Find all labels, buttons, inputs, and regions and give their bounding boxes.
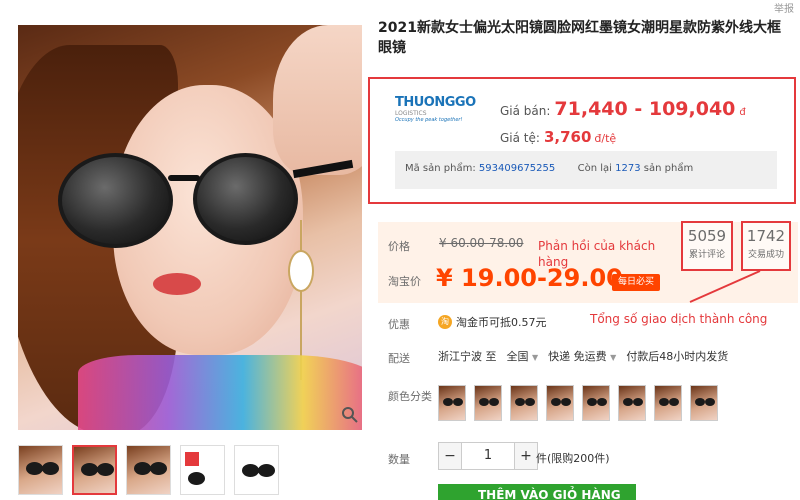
trades-count: 1742 — [746, 227, 786, 245]
quantity-input[interactable]: 1 — [462, 442, 514, 470]
daily-deal-badge[interactable]: 每日必买 — [612, 274, 660, 291]
image-hand — [273, 25, 362, 175]
image-lens-right — [193, 153, 298, 245]
color-swatch-list — [438, 385, 718, 421]
quantity-limit-note: 件(限购200件) — [536, 452, 610, 465]
image-lens-left — [58, 153, 173, 248]
stock-value: 1273 — [615, 163, 641, 174]
annotation-arrow-icon — [689, 270, 761, 303]
color-swatch[interactable] — [510, 385, 538, 421]
zoom-icon[interactable] — [341, 406, 359, 424]
color-swatch[interactable] — [654, 385, 682, 421]
ship-to-dropdown[interactable]: 全国 ▼ — [507, 348, 539, 364]
thumbnail[interactable] — [180, 445, 225, 495]
vnd-price-value: 71,440 - 109,040 — [554, 98, 736, 120]
product-title: 2021新款女士偏光太阳镜圆脸网红墨镜女潮明星款防紫外线大框眼镜 — [378, 20, 781, 56]
quantity-stepper: − 1 + — [438, 442, 538, 470]
image-lips — [153, 273, 201, 295]
rate-unit: đ/tệ — [594, 132, 617, 145]
chevron-down-icon: ▼ — [532, 353, 539, 362]
thuonggo-logo: THUONGGO LOGISTICS Occupy the peak toget… — [395, 95, 476, 123]
coin-text: 淘金币可抵0.57元 — [456, 316, 547, 329]
image-earring — [288, 250, 314, 292]
taobao-price-label: 淘宝价 — [388, 275, 421, 288]
code-label: Mã sản phẩm: — [405, 163, 476, 174]
reviews-stat-box[interactable]: 5059 累计评论 — [681, 221, 733, 271]
reviews-annotation: Phản hồi của khách hàng — [538, 239, 656, 269]
trades-label: 交易成功 — [747, 250, 784, 260]
add-to-cart-button[interactable]: THÊM VÀO GIỎ HÀNG — [438, 484, 636, 500]
reviews-count: 5059 — [687, 227, 727, 245]
thumbnail[interactable] — [18, 445, 63, 495]
vnd-price-unit: đ — [739, 107, 746, 118]
shipping-label: 配送 — [388, 352, 410, 365]
thumbnail-selected[interactable] — [72, 445, 117, 495]
original-price: ¥ 60.00-78.00 — [439, 236, 524, 250]
coin-icon: 淘 — [438, 315, 452, 329]
trades-annotation: Tổng số giao dịch thành công — [590, 312, 768, 326]
rate-value: 3,760 — [543, 128, 592, 146]
color-swatch[interactable] — [438, 385, 466, 421]
image-bridge — [168, 175, 200, 181]
thumbnail[interactable] — [234, 445, 279, 495]
image-scarf — [78, 355, 362, 430]
product-code-bar: Mã sản phẩm: 593409675255 Còn lại 1273 s… — [395, 151, 777, 189]
color-label: 颜色分类 — [388, 390, 432, 403]
code-value: 593409675255 — [478, 163, 556, 174]
color-swatch[interactable] — [618, 385, 646, 421]
color-swatch[interactable] — [690, 385, 718, 421]
vnd-price-row: Giá bán: 71,440 - 109,040 đ — [500, 98, 746, 120]
ship-from: 浙江宁波 至 — [438, 350, 497, 363]
decrement-button[interactable]: − — [438, 442, 462, 470]
stock-label: Còn lại — [577, 163, 612, 174]
exchange-rate-row: Giá tệ: 3,760 đ/tệ — [500, 128, 616, 146]
color-swatch[interactable] — [546, 385, 574, 421]
increment-button[interactable]: + — [514, 442, 538, 470]
thumbnail[interactable] — [126, 445, 171, 495]
vnd-price-label: Giá bán: — [500, 104, 551, 118]
ship-time: 付款后48小时内发货 — [626, 350, 729, 363]
price-label: 价格 — [388, 240, 410, 253]
report-link[interactable]: 举报 — [774, 0, 794, 15]
ship-speed-dropdown[interactable]: 快递 免运费 ▼ — [548, 348, 616, 364]
main-product-image[interactable] — [18, 25, 362, 430]
coin-promo: 淘 淘金币可抵0.57元 — [438, 314, 547, 330]
rate-label: Giá tệ: — [500, 131, 540, 145]
stock-unit: sản phẩm — [643, 163, 694, 174]
shipping-row: 浙江宁波 至 全国 ▼ 快递 免运费 ▼ 付款后48小时内发货 — [438, 348, 728, 364]
trades-stat-box[interactable]: 1742 交易成功 — [741, 221, 791, 271]
promo-label: 优惠 — [388, 318, 410, 331]
color-swatch[interactable] — [474, 385, 502, 421]
reviews-label: 累计评论 — [688, 250, 725, 260]
thumbnail-strip — [18, 445, 279, 495]
color-swatch[interactable] — [582, 385, 610, 421]
quantity-label: 数量 — [388, 453, 410, 466]
chevron-down-icon: ▼ — [610, 353, 617, 362]
